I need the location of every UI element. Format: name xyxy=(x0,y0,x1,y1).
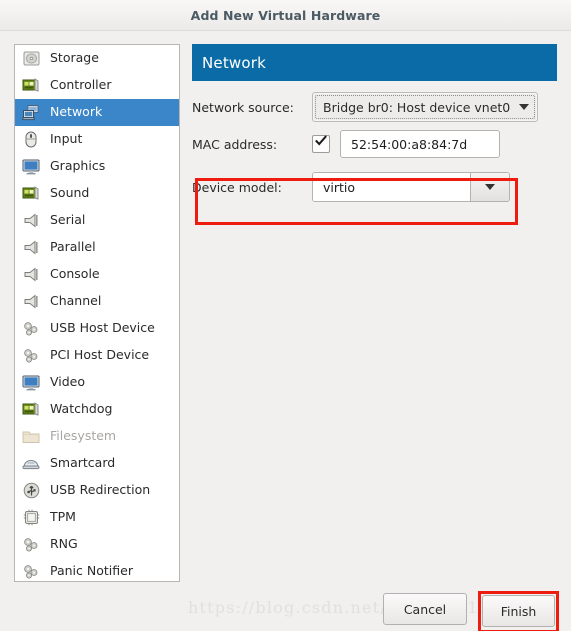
gears-icon xyxy=(21,535,41,555)
sidebar-item-storage[interactable]: Storage xyxy=(15,45,179,72)
sidebar-item-tpm[interactable]: TPM xyxy=(15,504,179,531)
sidebar-item-usb-redirection[interactable]: USB Redirection xyxy=(15,477,179,504)
sidebar-item-label: Storage xyxy=(50,50,99,66)
gears-icon xyxy=(21,319,41,339)
smartcard-reader-icon xyxy=(21,454,41,474)
sidebar-item-label: Graphics xyxy=(50,158,106,174)
sidebar-item-watchdog[interactable]: Watchdog xyxy=(15,396,179,423)
sidebar-item-label: Watchdog xyxy=(50,401,113,417)
device-model-row: Device model: virtio xyxy=(192,164,564,210)
checkmark-icon xyxy=(315,135,327,146)
network-source-combobox[interactable]: Bridge br0: Host device vnet0 xyxy=(312,92,539,122)
sidebar-item-parallel[interactable]: Parallel xyxy=(15,234,179,261)
network-source-label: Network source: xyxy=(192,99,294,115)
sidebar-item-label: Filesystem xyxy=(50,428,117,444)
sidebar-item-label: Sound xyxy=(50,185,90,201)
sidebar-item-label: USB Redirection xyxy=(50,482,151,498)
pci-card-icon xyxy=(21,76,41,96)
dialog-title: Add New Virtual Hardware xyxy=(190,7,381,23)
device-model-label: Device model: xyxy=(192,179,282,195)
sidebar-item-panic-notifier[interactable]: Panic Notifier xyxy=(15,558,179,582)
sidebar-item-controller[interactable]: Controller xyxy=(15,72,179,99)
chevron-down-icon xyxy=(485,184,495,190)
device-model-combobox[interactable]: virtio xyxy=(312,172,510,202)
storage-disk-icon xyxy=(21,49,41,69)
sidebar-item-sound[interactable]: Sound xyxy=(15,180,179,207)
gears-icon xyxy=(21,346,41,366)
network-source-row: Network source: Bridge br0: Host device … xyxy=(192,90,564,124)
sidebar-item-label: Panic Notifier xyxy=(50,563,133,579)
mac-address-row: MAC address: 52:54:00:a8:84:7d xyxy=(192,124,564,164)
panel-header: Network xyxy=(192,44,557,81)
network-source-value: Bridge br0: Host device vnet0 xyxy=(323,99,511,115)
serial-port-icon xyxy=(21,292,41,312)
mac-address-checkbox[interactable] xyxy=(312,135,330,153)
sidebar-item-label: Controller xyxy=(50,77,112,93)
pci-card-icon xyxy=(21,184,41,204)
device-model-dropdown-button[interactable] xyxy=(470,173,509,201)
sidebar-item-label: USB Host Device xyxy=(50,320,155,336)
sidebar-item-label: Serial xyxy=(50,212,86,228)
sidebar-item-label: TPM xyxy=(50,509,76,525)
sidebar-item-usb-host-device[interactable]: USB Host Device xyxy=(15,315,179,342)
sidebar-item-rng[interactable]: RNG xyxy=(15,531,179,558)
sidebar-item-label: Smartcard xyxy=(50,455,116,471)
usb-icon xyxy=(21,481,41,501)
add-new-virtual-hardware-dialog: Add New Virtual Hardware Storage Controll… xyxy=(0,0,571,631)
folder-icon xyxy=(21,427,41,447)
sidebar-item-network[interactable]: Network xyxy=(15,99,179,126)
mouse-icon xyxy=(21,130,41,150)
mac-address-input[interactable]: 52:54:00:a8:84:7d xyxy=(340,130,500,158)
chip-icon xyxy=(21,508,41,528)
sidebar-item-label: Network xyxy=(50,104,103,120)
sidebar-item-console[interactable]: Console xyxy=(15,261,179,288)
sidebar-item-video[interactable]: Video xyxy=(15,369,179,396)
sidebar-item-label: Video xyxy=(50,374,86,390)
serial-port-icon xyxy=(21,211,41,231)
hardware-category-list[interactable]: Storage Controller Network Input Graphics Sou… xyxy=(14,44,180,582)
dialog-titlebar: Add New Virtual Hardware xyxy=(0,0,571,31)
sidebar-item-graphics[interactable]: Graphics xyxy=(15,153,179,180)
cancel-button[interactable]: Cancel xyxy=(383,593,467,625)
monitor-icon xyxy=(21,373,41,393)
pci-card-icon xyxy=(21,400,41,420)
sidebar-item-channel[interactable]: Channel xyxy=(15,288,179,315)
chevron-down-icon xyxy=(519,104,530,110)
sidebar-item-label: RNG xyxy=(50,536,78,552)
network-icon xyxy=(21,103,41,123)
gears-icon xyxy=(21,562,41,582)
sidebar-item-label: PCI Host Device xyxy=(50,347,150,363)
sidebar-item-pci-host-device[interactable]: PCI Host Device xyxy=(15,342,179,369)
sidebar-item-label: Console xyxy=(50,266,100,282)
sidebar-item-label: Parallel xyxy=(50,239,96,255)
sidebar-item-smartcard[interactable]: Smartcard xyxy=(15,450,179,477)
sidebar-item-serial[interactable]: Serial xyxy=(15,207,179,234)
mac-address-label: MAC address: xyxy=(192,136,278,152)
device-model-value: virtio xyxy=(313,173,470,201)
panel-header-title: Network xyxy=(202,53,267,72)
serial-port-icon xyxy=(21,265,41,285)
sidebar-item-filesystem: Filesystem xyxy=(15,423,179,450)
finish-button[interactable]: Finish xyxy=(482,595,555,627)
network-settings-form: Network source: Bridge br0: Host device … xyxy=(192,90,564,210)
sidebar-item-label: Channel xyxy=(50,293,102,309)
sidebar-item-input[interactable]: Input xyxy=(15,126,179,153)
sidebar-item-label: Input xyxy=(50,131,83,147)
serial-port-icon xyxy=(21,238,41,258)
monitor-icon xyxy=(21,157,41,177)
